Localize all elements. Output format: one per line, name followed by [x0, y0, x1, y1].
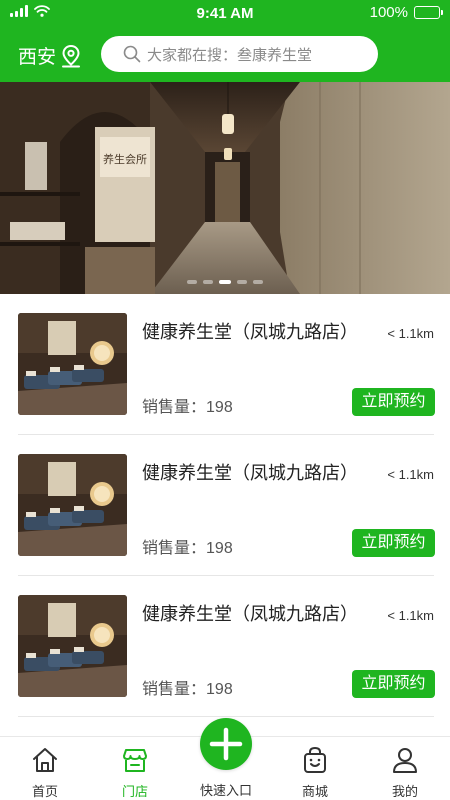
tab-mine[interactable]: 我的	[360, 737, 450, 800]
banner-image: 养生会所	[0, 82, 450, 294]
store-list-item[interactable]: 健康养生堂（凤城九路店） < 1.1km 销售量：198 立即预约	[0, 435, 450, 576]
search-placeholder: 大家都在搜：叁康养生堂	[147, 46, 313, 64]
divider	[18, 716, 434, 717]
tab-mall-label: 商城	[301, 784, 328, 799]
book-now-button[interactable]: 立即预约	[352, 529, 435, 557]
store-name[interactable]: 健康养生堂（凤城九路店）	[142, 318, 358, 344]
tab-mine-label: 我的	[391, 784, 418, 799]
plus-icon	[209, 727, 243, 761]
book-now-button[interactable]: 立即预约	[352, 388, 435, 416]
store-icon	[123, 749, 147, 772]
tab-home-label: 首页	[31, 784, 58, 799]
battery-icon	[414, 6, 443, 19]
store-sales: 销售量：198	[142, 675, 233, 699]
battery-percent: 100%	[369, 4, 408, 21]
shopping-bag-icon	[304, 746, 326, 773]
quick-entry-button[interactable]	[200, 718, 252, 770]
search-icon	[123, 45, 141, 63]
store-distance: < 1.1km	[387, 467, 434, 482]
carousel-dot[interactable]	[253, 280, 263, 284]
tab-store-label: 门店	[121, 784, 148, 799]
store-list: 健康养生堂（凤城九路店） < 1.1km 销售量：198 立即预约 健康养生堂（	[0, 294, 450, 717]
store-distance: < 1.1km	[387, 326, 434, 341]
store-list-item[interactable]: 健康养生堂（凤城九路店） < 1.1km 销售量：198 立即预约	[0, 294, 450, 435]
carousel-dot[interactable]	[187, 280, 197, 284]
city-selector[interactable]: 西安	[18, 42, 82, 69]
tab-mall[interactable]: 商城	[270, 737, 360, 800]
store-distance: < 1.1km	[387, 608, 434, 623]
store-thumbnail[interactable]	[18, 454, 127, 556]
sales-label: 销售量：	[142, 681, 207, 698]
store-list-item[interactable]: 健康养生堂（凤城九路店） < 1.1km 销售量：198 立即预约	[0, 576, 450, 717]
store-sales: 销售量：198	[142, 393, 233, 417]
sales-value: 198	[206, 540, 233, 557]
banner-sign-text: 养生会所	[103, 152, 147, 166]
sales-label: 销售量：	[142, 540, 207, 557]
store-name[interactable]: 健康养生堂（凤城九路店）	[142, 459, 358, 485]
sales-value: 198	[206, 681, 233, 698]
banner-carousel[interactable]: 养生会所	[0, 82, 450, 294]
book-now-button[interactable]: 立即预约	[352, 670, 435, 698]
user-icon	[393, 748, 417, 773]
city-label: 西安	[18, 47, 57, 68]
sales-label: 销售量：	[142, 399, 207, 416]
carousel-indicators	[0, 280, 450, 284]
tab-quick-label: 快速入口	[199, 783, 252, 798]
app-header: 9:41 AM 100% 西安 大家都在搜：叁康养生堂	[0, 0, 450, 82]
search-bar[interactable]: 大家都在搜：叁康养生堂	[101, 36, 378, 72]
tab-home[interactable]: 首页	[0, 737, 90, 800]
tab-store[interactable]: 门店	[90, 737, 180, 800]
store-thumbnail[interactable]	[18, 595, 127, 697]
carousel-dot-active[interactable]	[219, 280, 231, 284]
sales-value: 198	[206, 399, 233, 416]
carousel-dot[interactable]	[203, 280, 213, 284]
carousel-dot[interactable]	[237, 280, 247, 284]
store-name[interactable]: 健康养生堂（凤城九路店）	[142, 600, 358, 626]
store-thumbnail[interactable]	[18, 313, 127, 415]
store-sales: 销售量：198	[142, 534, 233, 558]
location-pin-icon	[62, 44, 81, 67]
home-icon	[33, 748, 57, 772]
status-bar: 9:41 AM 100%	[0, 0, 450, 28]
